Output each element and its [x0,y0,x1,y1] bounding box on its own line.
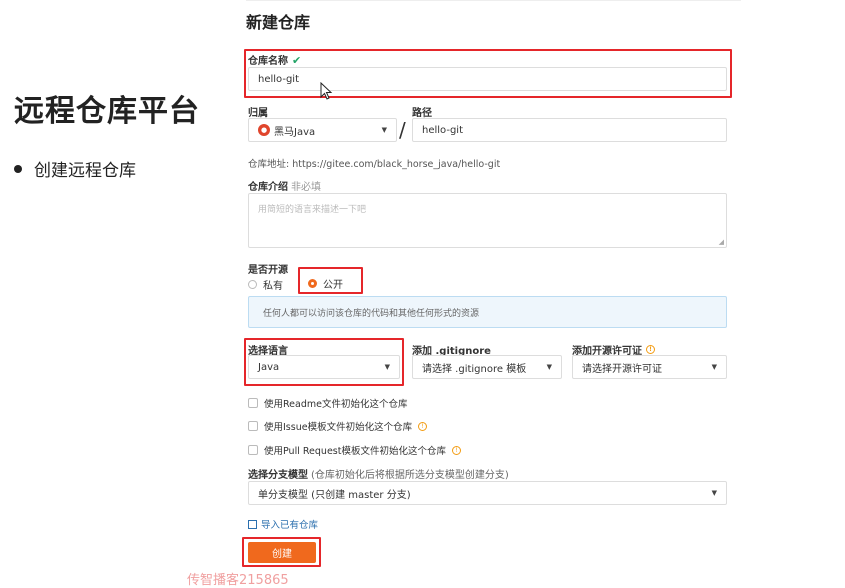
owner-select[interactable]: ● 黑马Java ▼ [248,118,397,142]
checkbox-pull-request[interactable]: 使用Pull Request模板文件初始化这个仓库 ! [248,443,461,457]
branch-model-select[interactable]: 单分支模型 (只创建 master 分支) ▼ [248,481,727,505]
highlight-box-repo-name [244,49,732,98]
slide-panel: 远程仓库平台 创建远程仓库 [0,0,235,588]
branch-model-label: 选择分支模型 (仓库初始化后将根据所选分支模型创建分支) [248,470,509,481]
page-title: 新建仓库 [246,13,311,32]
open-source-label: 是否开源 [248,265,288,276]
new-repo-form: 新建仓库 仓库名称 ✔ hello-git 归属 ● 黑马Java ▼ / 路径 … [236,0,741,588]
owner-avatar-icon: ● [258,124,270,136]
path-separator: / [399,118,406,142]
divider [246,0,741,1]
intro-label: 仓库介绍 非必填 [248,182,321,193]
import-icon [248,519,257,529]
radio-private[interactable]: 私有 [248,277,283,292]
gitignore-select[interactable]: 请选择 .gitignore 模板 ▼ [412,355,562,379]
bullet-dot-icon [14,164,22,173]
intro-textarea[interactable]: 用简短的语言来描述一下吧 ◢ [248,193,727,248]
info-icon[interactable]: ! [418,421,428,431]
checkbox-icon[interactable] [248,398,258,408]
highlight-box-language [244,338,404,386]
chevron-down-icon: ▼ [381,126,387,134]
checkbox-icon[interactable] [248,445,258,455]
license-select[interactable]: 请选择开源许可证 ▼ [572,355,727,379]
repo-address-url: https://gitee.com/black_horse_java/hello… [292,159,501,170]
highlight-box-create [242,537,321,567]
info-icon[interactable]: ! [646,345,655,354]
chevron-down-icon: ▼ [711,489,717,497]
checkbox-issue[interactable]: 使用Issue模板文件初始化这个仓库 ! [248,419,428,433]
highlight-box-public [298,267,363,294]
bullet-text: 创建远程仓库 [34,161,136,181]
slide-title: 远程仓库平台 [14,94,200,129]
bullet-item: 创建远程仓库 [14,156,136,181]
import-repo-link[interactable]: 导入已有仓库 [248,517,318,531]
checkbox-icon[interactable] [248,421,258,431]
chevron-down-icon: ▼ [711,363,717,371]
resize-handle-icon[interactable]: ◢ [719,238,724,246]
owner-label: 归属 [248,108,268,119]
mouse-cursor-icon [320,82,333,100]
chevron-down-icon: ▼ [546,363,552,371]
checkbox-readme[interactable]: 使用Readme文件初始化这个仓库 [248,396,407,410]
open-source-info: 任何人都可以访问该仓库的代码和其他任何形式的资源 [248,296,727,328]
path-label: 路径 [412,108,432,119]
repo-address: 仓库地址: https://gitee.com/black_horse_java… [248,159,501,170]
path-input[interactable]: hello-git [412,118,727,142]
info-icon[interactable]: ! [451,445,461,455]
watermark: 传智播客215865 [187,573,289,588]
radio-circle-icon [248,280,257,289]
owner-value: 黑马Java [274,126,316,138]
intro-placeholder: 用简短的语言来描述一下吧 [258,205,367,215]
